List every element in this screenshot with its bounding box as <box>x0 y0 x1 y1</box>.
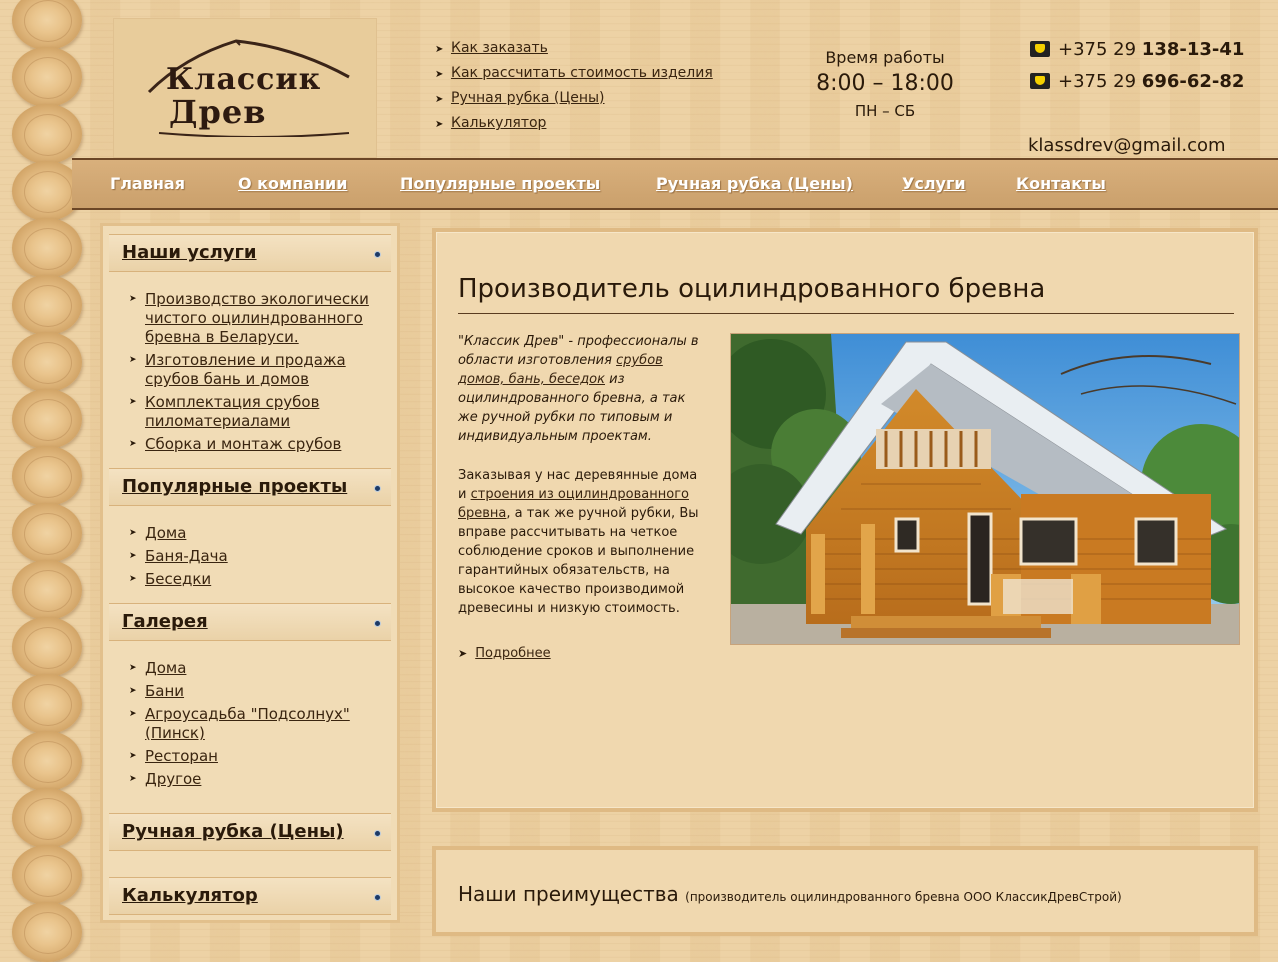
log-end <box>12 47 82 107</box>
log-house-photo <box>730 333 1240 645</box>
main-content: Производитель оцилиндрованного бревна "К… <box>432 228 1258 812</box>
phone-2[interactable]: +375 29 696-62-82 <box>1030 70 1244 102</box>
bullet-icon <box>374 894 381 901</box>
log-end <box>12 503 82 563</box>
mobile-operator-icon <box>1030 73 1050 89</box>
house-illustration <box>731 334 1239 644</box>
phone-1[interactable]: +375 29 138-13-41 <box>1030 38 1244 70</box>
nav-popular-projects[interactable]: Популярные проекты <box>400 174 600 193</box>
list-item[interactable]: Дома <box>125 524 389 543</box>
sidebar-section-calculator[interactable]: Калькулятор <box>109 877 391 915</box>
section-title[interactable]: Популярные проекты <box>122 476 347 497</box>
hours-days: ПН – СБ <box>854 102 916 120</box>
arrow-icon: ➤ <box>435 44 444 55</box>
phone-prefix: +375 29 <box>1058 39 1142 60</box>
sidebar-section-popular[interactable]: Популярные проекты <box>109 468 391 506</box>
advantages-panel: Наши преимущества (производитель оцилинд… <box>432 846 1258 936</box>
logo-line-2: Древ <box>169 93 267 131</box>
top-link-item[interactable]: ➤ Как заказать <box>435 38 713 63</box>
section-title[interactable]: Наши услуги <box>122 242 257 263</box>
nav-home[interactable]: Главная <box>110 174 185 193</box>
log-end <box>12 845 82 905</box>
section-title[interactable]: Ручная рубка (Цены) <box>122 821 344 842</box>
bullet-icon <box>374 485 381 492</box>
phone-number: 696-62-82 <box>1141 71 1245 92</box>
main-nav: Главная О компании Популярные проекты Ру… <box>72 158 1278 210</box>
log-end <box>12 731 82 791</box>
advantages-title: Наши преимущества (производитель оцилинд… <box>458 882 1122 906</box>
log-end <box>12 902 82 962</box>
log-border <box>0 0 86 962</box>
list-item[interactable]: Производство экологически чистого оцилин… <box>125 290 389 347</box>
log-end <box>12 275 82 335</box>
section-title[interactable]: Галерея <box>122 611 208 632</box>
log-end <box>12 218 82 278</box>
list-item[interactable]: Другое <box>125 770 389 789</box>
log-end <box>12 104 82 164</box>
arrow-icon: ➤ <box>435 119 444 130</box>
nav-services[interactable]: Услуги <box>902 174 966 193</box>
phones: +375 29 138-13-41 +375 29 696-62-82 <box>1030 38 1244 102</box>
site-logo[interactable]: Классик Древ <box>113 18 377 158</box>
top-links: ➤ Как заказать ➤ Как рассчитать стоимость … <box>435 38 713 138</box>
list-item[interactable]: Сборка и монтаж срубов <box>125 435 389 454</box>
nav-about[interactable]: О компании <box>238 174 347 193</box>
sidebar-section-hand-cut[interactable]: Ручная рубка (Цены) <box>109 813 391 851</box>
list-item[interactable]: Бани <box>125 682 389 701</box>
list-item[interactable]: Комплектация срубов пиломатериалами <box>125 393 389 431</box>
bullet-icon <box>374 830 381 837</box>
intro-paragraph: "Классик Древ" - профессионалы в области… <box>458 334 699 444</box>
arrow-icon: ➤ <box>435 69 444 80</box>
top-link-item[interactable]: ➤ Калькулятор <box>435 113 713 138</box>
log-end <box>12 560 82 620</box>
list-item[interactable]: Дома <box>125 659 389 678</box>
second-paragraph: Заказывая у нас деревянные дома и строен… <box>458 468 699 616</box>
log-end <box>12 617 82 677</box>
title-divider <box>458 313 1234 314</box>
top-link-item[interactable]: ➤ Как рассчитать стоимость изделия <box>435 63 713 88</box>
section-title[interactable]: Калькулятор <box>122 885 258 906</box>
arrow-icon: ➤ <box>435 94 444 105</box>
top-link-item[interactable]: ➤ Ручная рубка (Цены) <box>435 88 713 113</box>
email[interactable]: klassdrev@gmail.com <box>1028 135 1226 156</box>
services-list: Производство экологически чистого оцилин… <box>103 272 397 468</box>
hours-label: Время работы <box>825 48 945 67</box>
log-end <box>12 674 82 734</box>
hours-time: 8:00 – 18:00 <box>816 71 954 96</box>
log-end <box>12 788 82 848</box>
log-end <box>12 332 82 392</box>
top-link-calculator[interactable]: Калькулятор <box>451 115 546 131</box>
log-end <box>12 389 82 449</box>
sidebar-section-gallery[interactable]: Галерея <box>109 603 391 641</box>
nav-hand-cut-prices[interactable]: Ручная рубка (Цены) <box>656 174 853 193</box>
bullet-icon <box>374 620 381 627</box>
list-item[interactable]: Изготовление и продажа срубов бань и дом… <box>125 351 389 389</box>
bullet-icon <box>374 251 381 258</box>
list-item[interactable]: Беседки <box>125 570 389 589</box>
nav-contacts[interactable]: Контакты <box>1016 174 1106 193</box>
log-end <box>12 0 82 50</box>
page-title: Производитель оцилиндрованного бревна <box>458 274 1046 304</box>
log-end <box>12 446 82 506</box>
top-link-how-to-order[interactable]: Как заказать <box>451 40 548 56</box>
top-link-hand-cut-prices[interactable]: Ручная рубка (Цены) <box>451 90 605 106</box>
logo-text: Классик Древ <box>166 62 322 131</box>
arrow-icon: ➤ <box>458 647 468 660</box>
mobile-operator-icon <box>1030 41 1050 57</box>
more-link[interactable]: ➤ Подробнее <box>458 646 551 661</box>
working-hours: Время работы 8:00 – 18:00 ПН – СБ <box>805 48 965 120</box>
phone-number: 138-13-41 <box>1141 39 1245 60</box>
sidebar-section-services[interactable]: Наши услуги <box>109 234 391 272</box>
list-item[interactable]: Баня-Дача <box>125 547 389 566</box>
top-link-cost-calc[interactable]: Как рассчитать стоимость изделия <box>451 65 713 81</box>
popular-list: Дома Баня-Дача Беседки <box>103 506 397 603</box>
phone-prefix: +375 29 <box>1058 71 1142 92</box>
list-item[interactable]: Агроусадьба "Подсолнух" (Пинск) <box>125 705 389 743</box>
logo-line-1: Классик <box>166 62 322 97</box>
advantages-subtitle: (производитель оцилиндрованного бревна О… <box>685 890 1122 904</box>
sidebar: Наши услуги Производство экологически чи… <box>100 223 400 923</box>
gallery-list: Дома Бани Агроусадьба "Подсолнух" (Пинск… <box>103 641 397 803</box>
list-item[interactable]: Ресторан <box>125 747 389 766</box>
